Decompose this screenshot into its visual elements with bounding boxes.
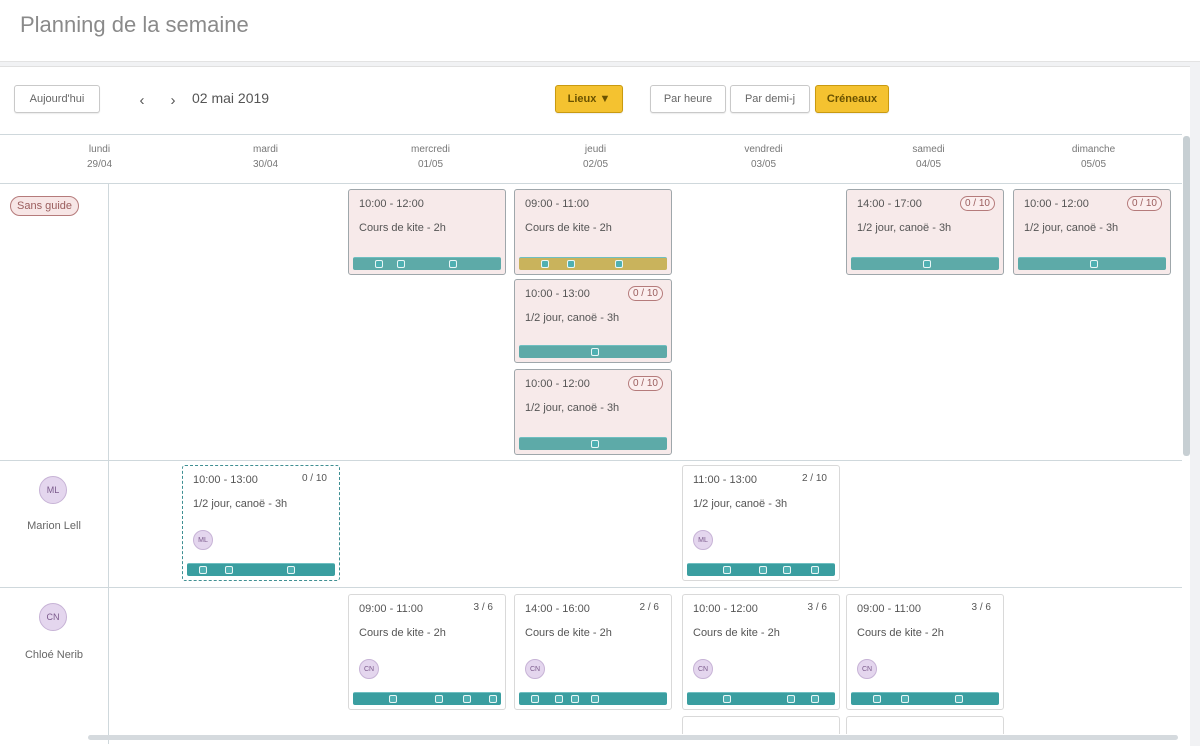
activity-card[interactable]: 10:00 - 13:00 0 / 10 1/2 jour, canoë - 3…	[514, 279, 672, 363]
card-status-bar	[519, 437, 667, 450]
card-status-bar	[519, 345, 667, 358]
column-header-wednesday: mercredi 01/05	[411, 144, 450, 170]
view-half-day-button[interactable]: Par demi-j	[730, 85, 810, 113]
activity-card[interactable]: 10:00 - 12:00 Cours de kite - 2h	[348, 189, 506, 275]
page-title: Planning de la semaine	[20, 12, 249, 37]
card-status-bar	[353, 692, 501, 705]
column-header-monday: lundi 29/04	[86, 144, 113, 170]
activity-card[interactable]	[682, 716, 840, 734]
column-header-sunday: dimanche 05/05	[1071, 144, 1116, 170]
card-status-bar	[353, 257, 501, 270]
location-filter-dropdown[interactable]: Lieux ▼	[555, 85, 623, 113]
view-hour-button[interactable]: Par heure	[650, 85, 726, 113]
card-status-bar	[851, 257, 999, 270]
card-status-bar	[187, 563, 335, 576]
row-label-guide: Chloé Nerib	[24, 649, 84, 661]
activity-card[interactable]: 10:00 - 12:00 3 / 6 Cours de kite - 2h C…	[682, 594, 840, 710]
activity-card[interactable]: 09:00 - 11:00 3 / 6 Cours de kite - 2h C…	[348, 594, 506, 710]
current-date: 02 mai 2019	[192, 90, 270, 106]
horizontal-scrollbar[interactable]	[88, 735, 1178, 740]
avatar: CN	[693, 659, 713, 679]
chevron-left-icon[interactable]: ‹	[135, 92, 149, 109]
grid-divider	[0, 134, 1182, 135]
column-header-thursday: jeudi 02/05	[582, 144, 609, 170]
grid-divider	[0, 460, 1182, 461]
card-status-bar	[1018, 257, 1166, 270]
avatar: ML	[193, 530, 213, 550]
grid-divider	[0, 183, 1182, 184]
avatar: CN	[857, 659, 877, 679]
avatar: CN	[39, 603, 67, 631]
activity-card[interactable]: 10:00 - 13:00 0 / 10 1/2 jour, canoë - 3…	[182, 465, 340, 581]
card-status-bar	[687, 563, 835, 576]
activity-card[interactable]: 10:00 - 12:00 0 / 10 1/2 jour, canoë - 3…	[514, 369, 672, 455]
column-header-tuesday: mardi 30/04	[252, 144, 279, 170]
column-header-friday: vendredi 03/05	[744, 144, 783, 170]
today-button[interactable]: Aujourd'hui	[14, 85, 100, 113]
card-status-bar	[851, 692, 999, 705]
avatar: CN	[359, 659, 379, 679]
card-status-bar	[687, 692, 835, 705]
view-slots-button[interactable]: Créneaux	[815, 85, 889, 113]
avatar: CN	[525, 659, 545, 679]
activity-card[interactable]: 09:00 - 11:00 3 / 6 Cours de kite - 2h C…	[846, 594, 1004, 710]
activity-card[interactable]: 14:00 - 17:00 0 / 10 1/2 jour, canoë - 3…	[846, 189, 1004, 275]
activity-card[interactable]	[846, 716, 1004, 734]
activity-card[interactable]: 10:00 - 12:00 0 / 10 1/2 jour, canoë - 3…	[1013, 189, 1171, 275]
vertical-scrollbar[interactable]	[1183, 136, 1190, 456]
avatar: ML	[39, 476, 67, 504]
card-status-bar	[519, 257, 667, 270]
activity-card[interactable]: 14:00 - 16:00 2 / 6 Cours de kite - 2h C…	[514, 594, 672, 710]
card-status-bar	[519, 692, 667, 705]
row-label-guide: Marion Lell	[27, 520, 81, 532]
avatar: ML	[693, 530, 713, 550]
column-header-saturday: samedi 04/05	[912, 144, 945, 170]
chevron-right-icon[interactable]: ›	[166, 92, 180, 109]
activity-card[interactable]: 11:00 - 13:00 2 / 10 1/2 jour, canoë - 3…	[682, 465, 840, 581]
grid-divider	[108, 184, 109, 744]
top-bar: Planning de la semaine	[0, 0, 1200, 62]
grid-divider	[0, 587, 1182, 588]
row-label-no-guide: Sans guide	[10, 196, 80, 216]
activity-card[interactable]: 09:00 - 11:00 Cours de kite - 2h	[514, 189, 672, 275]
